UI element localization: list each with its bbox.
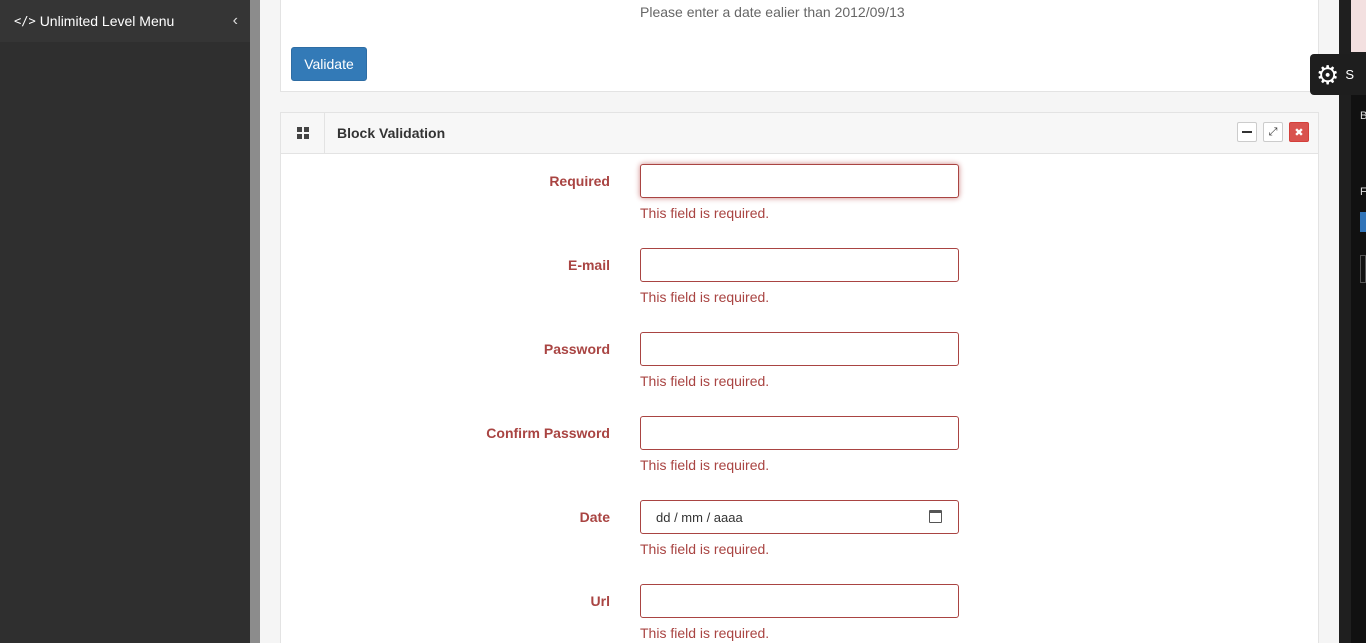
date-field[interactable]: dd / mm / aaaa xyxy=(640,500,959,534)
minimize-icon[interactable] xyxy=(1237,122,1257,142)
settings-panel-label-f: F xyxy=(1360,186,1366,198)
form-row-email: E-mail This field is required. xyxy=(281,248,1318,318)
email-label: E-mail xyxy=(567,257,610,273)
form-row-required: Required This field is required. xyxy=(281,164,1318,234)
email-error: This field is required. xyxy=(640,289,770,305)
gutter xyxy=(250,0,260,643)
main-content: Please enter a date ealier than 2012/09/… xyxy=(260,0,1339,643)
confirm-password-error: This field is required. xyxy=(640,457,770,473)
settings-side-panel: B F xyxy=(1339,0,1366,643)
confirm-password-field[interactable] xyxy=(640,416,959,450)
settings-panel-input[interactable] xyxy=(1360,255,1366,283)
url-label: Url xyxy=(590,593,610,609)
date-placeholder: dd / mm / aaaa xyxy=(656,510,743,525)
gear-icon: ⚙ xyxy=(1316,59,1340,90)
required-label: Required xyxy=(549,173,610,189)
sidebar-menu-title: Unlimited Level Menu xyxy=(39,13,175,29)
sidebar-menu-header[interactable]: </> Unlimited Level Menu ‹ xyxy=(0,0,250,42)
chevron-left-icon[interactable]: ‹ xyxy=(233,13,238,29)
confirm-password-label: Confirm Password xyxy=(486,425,610,441)
code-icon: </> xyxy=(14,14,36,28)
settings-toggle-tab[interactable]: ⚙ S xyxy=(1310,54,1366,95)
url-field[interactable] xyxy=(640,584,959,618)
calendar-icon[interactable] xyxy=(929,510,942,523)
date-label: Date xyxy=(579,509,610,525)
settings-tab-label: S xyxy=(1345,67,1354,82)
date-hint-message: Please enter a date ealier than 2012/09/… xyxy=(640,4,905,20)
date-error: This field is required. xyxy=(640,541,770,557)
password-label: Password xyxy=(543,341,610,357)
required-input[interactable] xyxy=(640,164,959,198)
close-icon[interactable]: ✖ xyxy=(1289,122,1309,142)
settings-panel-body xyxy=(1351,95,1366,643)
validate-button[interactable]: Validate xyxy=(291,47,367,81)
form-row-url: Url This field is required. xyxy=(281,584,1318,643)
required-error: This field is required. xyxy=(640,205,770,221)
sidebar: </> Unlimited Level Menu ‹ xyxy=(0,0,250,643)
form-row-date: Date dd / mm / aaaa This field is requir… xyxy=(281,500,1318,570)
email-field[interactable] xyxy=(640,248,959,282)
settings-panel-button[interactable] xyxy=(1360,212,1366,232)
url-error: This field is required. xyxy=(640,625,770,641)
previous-form-panel: Please enter a date ealier than 2012/09/… xyxy=(280,0,1319,92)
password-field[interactable] xyxy=(640,332,959,366)
form-row-confirm-password: Confirm Password This field is required. xyxy=(281,416,1318,486)
grid-icon xyxy=(281,113,325,153)
block-validation-panel: Block Validation ⤢ ✖ Required This field… xyxy=(280,112,1319,643)
expand-icon[interactable]: ⤢ xyxy=(1263,122,1283,142)
panel-header: Block Validation ⤢ ✖ xyxy=(281,113,1318,154)
panel-title: Block Validation xyxy=(337,125,446,141)
password-error: This field is required. xyxy=(640,373,770,389)
form-row-password: Password This field is required. xyxy=(281,332,1318,402)
alert-strip xyxy=(1351,0,1366,52)
settings-panel-label-b: B xyxy=(1360,110,1366,122)
